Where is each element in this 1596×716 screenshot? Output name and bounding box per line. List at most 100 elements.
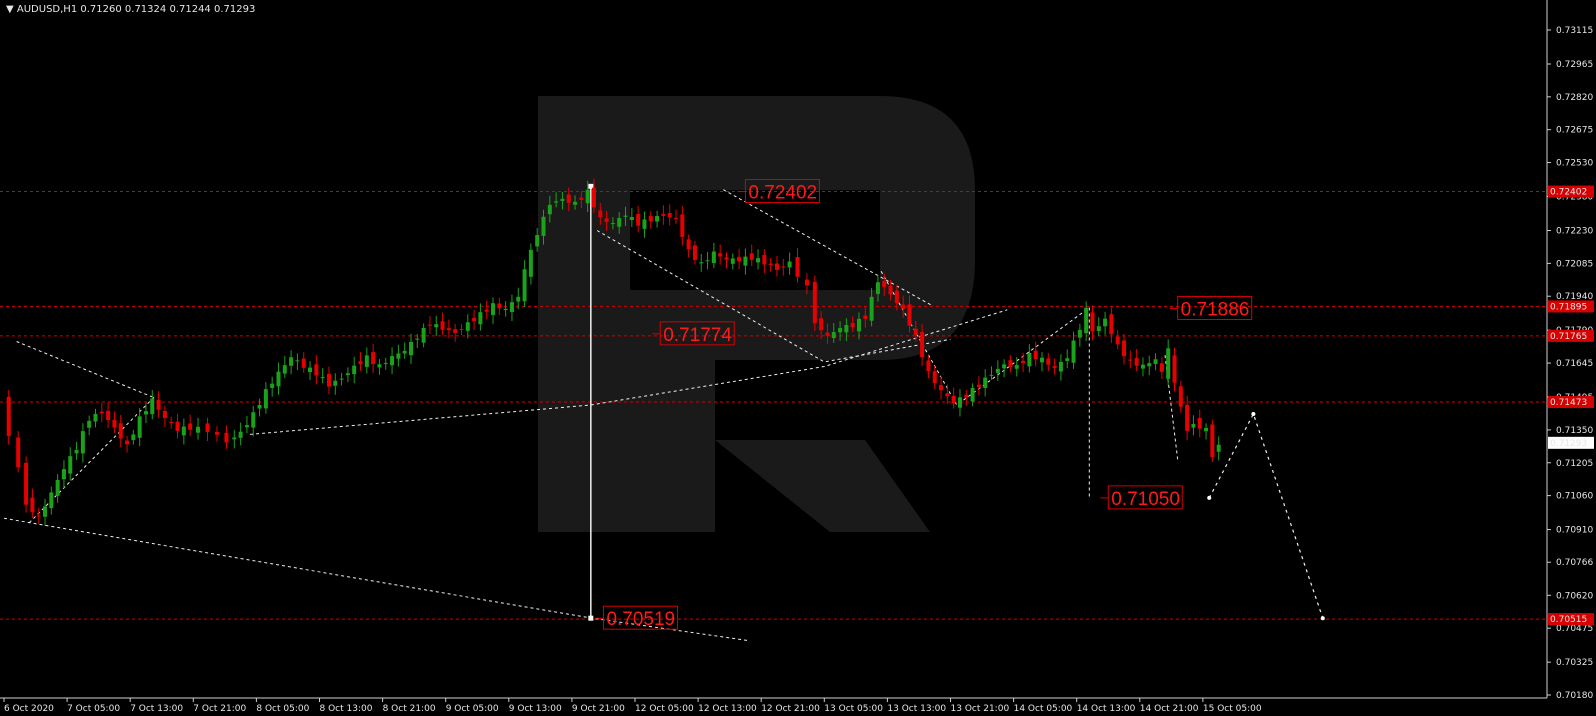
candle-body bbox=[181, 426, 186, 436]
candle-body bbox=[995, 368, 1000, 373]
candle-body bbox=[528, 249, 533, 277]
candle-body bbox=[16, 437, 21, 468]
candle-body bbox=[1197, 417, 1202, 429]
candle-body bbox=[402, 350, 407, 354]
candle-body bbox=[547, 204, 552, 215]
price-tick-label: 0.72230 bbox=[1556, 227, 1593, 237]
candle-body bbox=[699, 262, 704, 264]
candle-body bbox=[926, 360, 931, 372]
current-price-label: 0.71293 bbox=[1548, 436, 1594, 449]
candle-body bbox=[453, 329, 458, 333]
candle-body bbox=[30, 497, 35, 513]
candle-body bbox=[591, 187, 596, 208]
candle-body bbox=[1077, 329, 1082, 338]
candle-body bbox=[214, 432, 219, 435]
candle-body bbox=[718, 253, 723, 257]
candle-body bbox=[951, 395, 956, 404]
price-tick-label: 0.72530 bbox=[1556, 159, 1593, 169]
candle-body bbox=[768, 263, 773, 266]
time-tick-label: 7 Oct 13:00 bbox=[130, 704, 183, 714]
time-tick-label: 13 Oct 05:00 bbox=[824, 704, 883, 714]
candle-body bbox=[1178, 386, 1183, 407]
trend-lines bbox=[3, 183, 1179, 642]
candle-body bbox=[1204, 428, 1209, 432]
candle-body bbox=[131, 434, 136, 441]
candle-body bbox=[1014, 365, 1019, 369]
candle-body bbox=[1084, 307, 1089, 334]
candle-body bbox=[320, 377, 325, 379]
candle-body bbox=[1210, 424, 1215, 458]
candle-body bbox=[686, 239, 691, 250]
candle-body bbox=[1071, 340, 1076, 363]
candle-body bbox=[1153, 359, 1158, 365]
time-tick-label: 14 Oct 13:00 bbox=[1077, 704, 1136, 714]
candle-body bbox=[629, 217, 634, 221]
candle-body bbox=[150, 398, 155, 415]
candle-body bbox=[1147, 363, 1152, 367]
candle-body bbox=[804, 279, 809, 286]
candle-body bbox=[465, 322, 470, 331]
price-tick-label: 0.70910 bbox=[1556, 526, 1593, 536]
candle-body bbox=[472, 317, 477, 322]
candle-body bbox=[156, 399, 161, 410]
range-bottom-marker bbox=[588, 615, 594, 621]
price-tick-label: 0.70475 bbox=[1556, 624, 1593, 634]
candle-body bbox=[282, 365, 287, 374]
candle-body bbox=[869, 296, 874, 321]
candle-body bbox=[61, 469, 66, 480]
candle-body bbox=[964, 394, 969, 398]
candle-body bbox=[674, 217, 679, 219]
candle-body bbox=[1191, 424, 1196, 428]
candle-body bbox=[1052, 366, 1057, 368]
time-tick-label: 12 Oct 05:00 bbox=[635, 704, 694, 714]
time-tick-label: 12 Oct 21:00 bbox=[761, 704, 820, 714]
candle-body bbox=[680, 214, 685, 237]
candle-body bbox=[642, 219, 647, 229]
candle-body bbox=[289, 357, 294, 366]
price-tick-label: 0.73115 bbox=[1556, 26, 1593, 36]
price-tick-label: 0.72085 bbox=[1556, 259, 1593, 269]
time-tick-label: 7 Oct 05:00 bbox=[67, 704, 120, 714]
annotation-label: 0.71886 bbox=[1181, 299, 1250, 320]
price-tick-label: 0.72965 bbox=[1556, 60, 1593, 70]
candle-body bbox=[825, 332, 830, 336]
candle-body bbox=[850, 322, 855, 328]
price-chart[interactable]: 0.731150.729650.728200.726750.725300.723… bbox=[0, 0, 1596, 716]
candle-body bbox=[169, 421, 174, 423]
candle-body bbox=[743, 256, 748, 266]
candle-body bbox=[762, 254, 767, 265]
candle-body bbox=[49, 492, 54, 509]
candle-body bbox=[541, 216, 546, 236]
candle-body bbox=[1096, 326, 1101, 332]
candle-body bbox=[1115, 336, 1120, 345]
candle-body bbox=[1033, 350, 1038, 360]
candle-body bbox=[364, 355, 369, 367]
candle-body bbox=[301, 358, 306, 368]
candle-body bbox=[55, 479, 60, 496]
candle-body bbox=[623, 215, 628, 217]
candle-body bbox=[339, 378, 344, 380]
candle-body bbox=[730, 258, 735, 264]
candle-body bbox=[106, 410, 111, 421]
candle-body bbox=[345, 373, 350, 376]
time-tick-label: 6 Oct 2020 bbox=[4, 704, 54, 714]
candle-body bbox=[901, 304, 906, 309]
candle-body bbox=[257, 404, 262, 409]
candle-body bbox=[352, 365, 357, 375]
candle-body bbox=[560, 198, 565, 201]
candle-body bbox=[196, 426, 201, 433]
candle-body bbox=[610, 223, 615, 225]
candle-body bbox=[1002, 364, 1007, 369]
candle-body bbox=[711, 251, 716, 264]
candle-body bbox=[655, 215, 660, 222]
projection-point bbox=[1207, 495, 1212, 500]
candle-body bbox=[882, 280, 887, 287]
time-tick-label: 8 Oct 05:00 bbox=[256, 704, 309, 714]
candle-body bbox=[408, 341, 413, 356]
candle-body bbox=[314, 364, 319, 376]
candle-body bbox=[781, 266, 786, 268]
candle-body bbox=[932, 371, 937, 384]
candle-body bbox=[1103, 318, 1108, 327]
candle-body bbox=[598, 210, 603, 218]
candle-body bbox=[36, 515, 41, 517]
